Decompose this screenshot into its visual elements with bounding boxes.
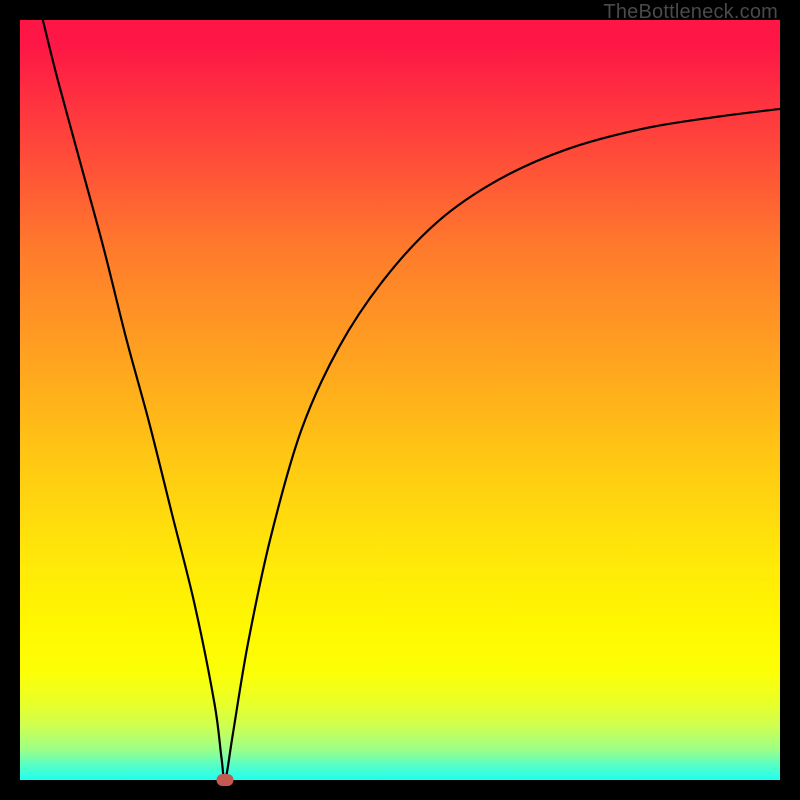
- optimum-marker: [217, 774, 234, 786]
- curve-path: [43, 20, 780, 780]
- bottleneck-curve: [20, 20, 780, 780]
- chart-frame: [20, 20, 780, 780]
